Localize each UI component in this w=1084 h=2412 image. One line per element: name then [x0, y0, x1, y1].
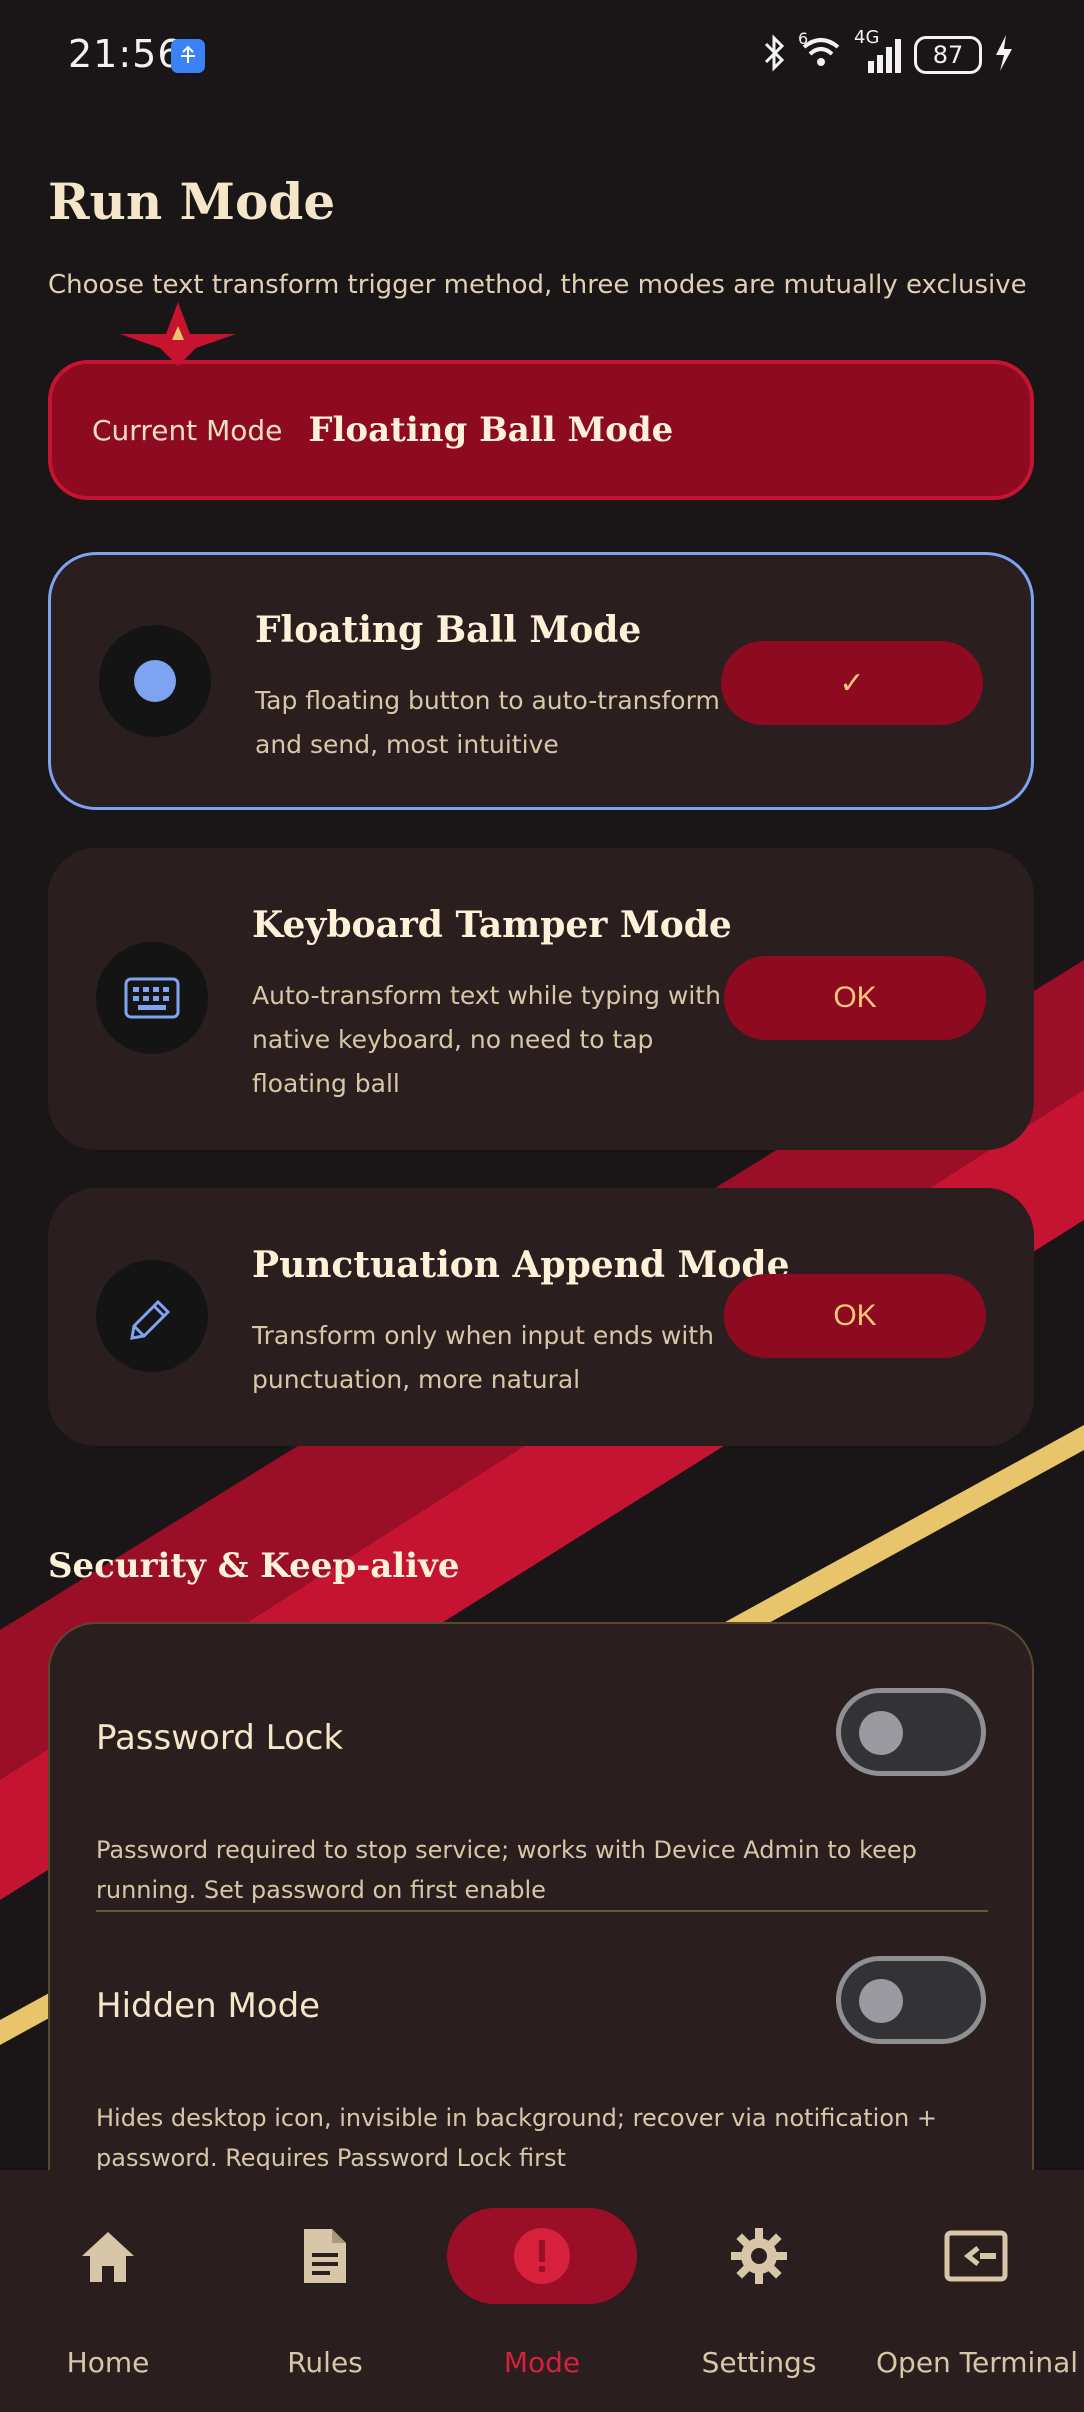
battery-indicator: 87	[914, 36, 982, 74]
mode-select-button[interactable]: OK	[724, 956, 986, 1040]
password-lock-title: Password Lock	[96, 1718, 344, 1758]
usb-icon	[171, 39, 205, 73]
mode-card-keyboard-tamper[interactable]: Keyboard Tamper Mode Auto-transform text…	[48, 848, 1034, 1150]
mode-select-button[interactable]: ✓	[721, 641, 983, 725]
nav-item-settings[interactable]: Settings	[659, 2170, 859, 2412]
dot-icon	[99, 625, 211, 737]
mode-description: Auto-transform text while typing with na…	[252, 981, 721, 1098]
charging-icon	[994, 35, 1014, 75]
nav-label: Rules	[287, 2346, 363, 2379]
hidden-mode-title: Hidden Mode	[96, 1986, 321, 2026]
password-lock-toggle[interactable]	[836, 1688, 986, 1776]
star-icon	[120, 302, 236, 366]
terminal-icon	[881, 2208, 1071, 2304]
current-mode-value: Floating Ball Mode	[308, 410, 674, 450]
page-title: Run Mode	[48, 172, 336, 231]
page-subtitle: Choose text transform trigger method, th…	[48, 270, 1027, 300]
toggle-knob	[859, 1711, 903, 1755]
toggle-knob	[859, 1979, 903, 2023]
password-lock-description: Password required to stop service; works…	[96, 1836, 917, 1904]
wifi-badge: 6	[798, 29, 809, 48]
wifi-icon: 6	[798, 29, 842, 75]
nav-item-open-terminal[interactable]: Open Terminal	[876, 2170, 1079, 2412]
current-mode-label: Current Mode	[92, 413, 283, 447]
nav-item-rules[interactable]: Rules	[225, 2170, 425, 2412]
mode-card-punctuation-append[interactable]: Punctuation Append Mode Transform only w…	[48, 1188, 1034, 1446]
mode-title: Floating Ball Mode	[255, 609, 642, 651]
signal-icon: 4G	[854, 27, 902, 73]
hidden-mode-toggle[interactable]	[836, 1956, 986, 2044]
nav-label: Open Terminal	[876, 2346, 1079, 2379]
section-title-security: Security & Keep-alive	[48, 1546, 460, 1586]
current-mode-banner: Current Mode Floating Ball Mode	[48, 360, 1034, 500]
alert-icon	[447, 2208, 637, 2304]
bottom-navigation: Home Rules Mode Settings Open Terminal	[0, 2170, 1084, 2412]
nav-item-mode[interactable]: Mode	[442, 2170, 642, 2412]
mode-title: Punctuation Append Mode	[252, 1244, 790, 1286]
mode-title: Keyboard Tamper Mode	[252, 904, 732, 946]
pencil-icon	[96, 1260, 208, 1372]
bluetooth-icon	[760, 34, 788, 76]
hidden-mode-description: Hides desktop icon, invisible in backgro…	[96, 2104, 937, 2172]
mode-description: Transform only when input ends with punc…	[252, 1321, 714, 1394]
mode-card-floating-ball[interactable]: Floating Ball Mode Tap floating button t…	[48, 552, 1034, 810]
nav-label: Home	[66, 2346, 150, 2379]
gear-icon	[664, 2208, 854, 2304]
status-time: 21:56	[68, 32, 183, 76]
keyboard-icon	[96, 942, 208, 1054]
status-bar: 21:56 6 4G 87	[0, 0, 1084, 110]
nav-label: Mode	[503, 2346, 581, 2379]
mode-description: Tap floating button to auto-transform an…	[255, 686, 720, 759]
nav-label: Settings	[701, 2346, 817, 2379]
mode-select-button[interactable]: OK	[724, 1274, 986, 1358]
divider	[96, 1910, 988, 1912]
nav-item-home[interactable]: Home	[8, 2170, 208, 2412]
network-label: 4G	[854, 27, 880, 48]
document-icon	[230, 2208, 420, 2304]
home-icon	[13, 2208, 203, 2304]
